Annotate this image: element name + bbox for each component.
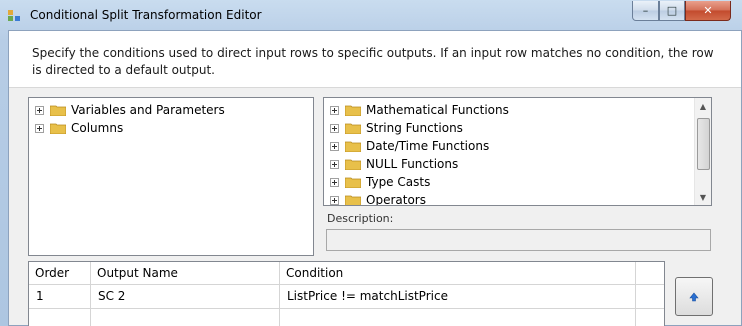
tree-item-label: Date/Time Functions xyxy=(366,139,490,153)
maximize-button[interactable]: □ xyxy=(659,1,685,21)
description-box xyxy=(326,229,711,251)
tree-item-string-functions[interactable]: String Functions xyxy=(324,119,711,137)
window-title: Conditional Split Transformation Editor xyxy=(30,8,262,22)
grid-header: Order Output Name Condition xyxy=(29,262,664,285)
tree-item-type-casts[interactable]: Type Casts xyxy=(324,173,711,191)
expand-icon[interactable] xyxy=(330,177,339,187)
column-header-order[interactable]: Order xyxy=(29,262,91,284)
expand-icon[interactable] xyxy=(330,159,339,169)
order-cell[interactable] xyxy=(29,308,91,326)
tree-item-variables[interactable]: Variables and Parameters xyxy=(29,101,313,119)
folder-icon xyxy=(345,105,361,116)
folder-icon xyxy=(345,177,361,188)
tree-item-label: Type Casts xyxy=(366,175,431,189)
expand-icon[interactable] xyxy=(35,123,44,133)
folder-icon xyxy=(50,105,66,116)
tree-item-label: Operators xyxy=(366,193,426,206)
tree-item-label: Variables and Parameters xyxy=(71,103,225,117)
editor-window: Conditional Split Transformation Editor … xyxy=(0,0,742,326)
column-header-output-name[interactable]: Output Name xyxy=(91,262,280,284)
folder-icon xyxy=(345,195,361,205)
conditions-grid[interactable]: Order Output Name Condition 1 SC 2 ListP… xyxy=(28,261,665,326)
app-icon xyxy=(8,10,20,21)
scrollbar-thumb[interactable] xyxy=(697,118,710,170)
expand-icon[interactable] xyxy=(35,105,44,115)
tree-item-label: NULL Functions xyxy=(366,157,459,171)
minimize-button[interactable]: – xyxy=(632,1,659,21)
condition-cell[interactable] xyxy=(280,308,636,326)
move-up-button[interactable] xyxy=(675,277,713,316)
tree-item-label: Mathematical Functions xyxy=(366,103,509,117)
table-row[interactable]: 1 SC 2 ListPrice != matchListPrice xyxy=(29,284,664,309)
arrow-up-icon xyxy=(689,292,699,301)
expand-icon[interactable] xyxy=(330,123,339,133)
order-cell[interactable]: 1 xyxy=(29,284,91,308)
tree-item-datetime-functions[interactable]: Date/Time Functions xyxy=(324,137,711,155)
variables-columns-tree[interactable]: Variables and Parameters Columns xyxy=(28,97,314,256)
condition-cell[interactable]: ListPrice != matchListPrice xyxy=(280,284,636,308)
output-name-cell[interactable] xyxy=(91,308,280,326)
column-header-condition[interactable]: Condition xyxy=(280,262,636,284)
tree-item-operators[interactable]: Operators xyxy=(324,191,711,206)
scroll-down-icon[interactable]: ▼ xyxy=(695,189,711,205)
tree-item-null-functions[interactable]: NULL Functions xyxy=(324,155,711,173)
instructions-text: Specify the conditions used to direct in… xyxy=(32,46,714,77)
expand-icon[interactable] xyxy=(330,105,339,115)
folder-icon xyxy=(345,123,361,134)
output-name-cell[interactable]: SC 2 xyxy=(91,284,280,308)
scroll-up-icon[interactable]: ▲ xyxy=(695,98,711,114)
folder-icon xyxy=(50,123,66,134)
expand-icon[interactable] xyxy=(330,141,339,151)
description-label: Description: xyxy=(327,212,394,225)
expand-icon[interactable] xyxy=(330,195,339,205)
folder-icon xyxy=(345,141,361,152)
dialog-body: Specify the conditions used to direct in… xyxy=(8,30,742,326)
title-bar[interactable]: Conditional Split Transformation Editor … xyxy=(0,0,742,30)
tree-item-label: String Functions xyxy=(366,121,463,135)
tree-item-math-functions[interactable]: Mathematical Functions xyxy=(324,101,711,119)
table-row-new[interactable] xyxy=(29,308,664,326)
tree-item-columns[interactable]: Columns xyxy=(29,119,313,137)
folder-icon xyxy=(345,159,361,170)
functions-tree-scrollbar[interactable]: ▲ ▼ xyxy=(694,98,711,205)
tree-item-label: Columns xyxy=(71,121,124,135)
functions-tree[interactable]: Mathematical Functions String Functions … xyxy=(323,97,712,206)
close-button[interactable]: ✕ xyxy=(685,1,731,21)
